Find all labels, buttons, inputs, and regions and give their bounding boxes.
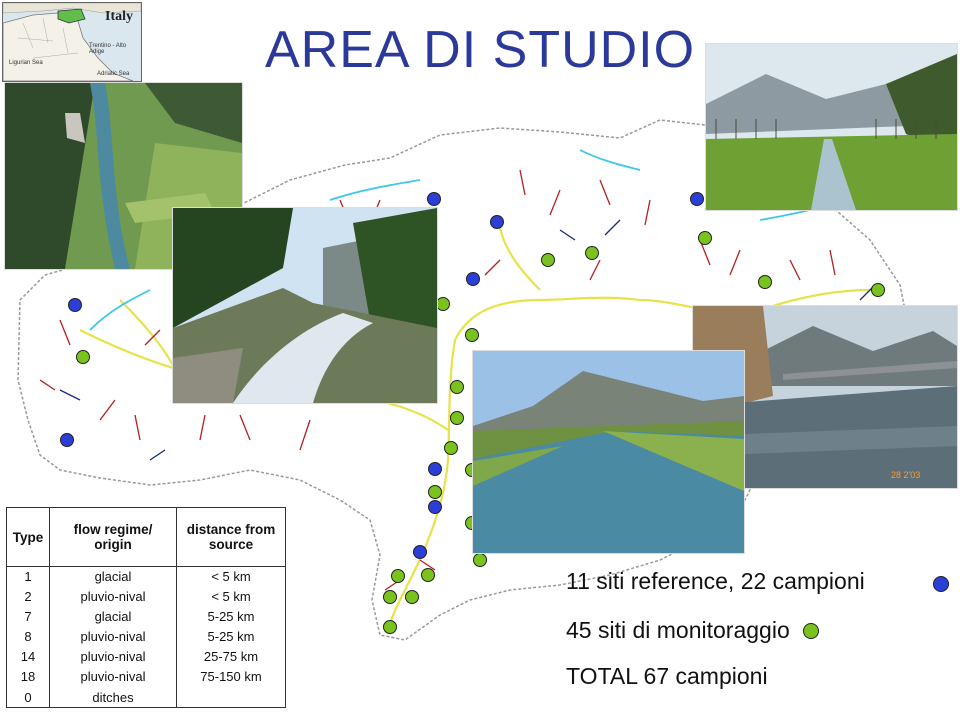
monitoring-site-marker xyxy=(450,411,464,425)
table-cell-flow: pluvio-nival xyxy=(49,667,177,687)
table-cell-distance: < 5 km xyxy=(176,566,286,587)
monitoring-site-marker xyxy=(421,568,435,582)
reference-site-marker xyxy=(490,215,504,229)
monitoring-site-marker xyxy=(698,231,712,245)
monitoring-site-marker xyxy=(383,590,397,604)
monitoring-site-marker xyxy=(871,283,885,297)
table-cell-distance: < 5 km xyxy=(176,587,286,607)
reference-site-marker xyxy=(466,272,480,286)
table-row: 14 pluvio-nival 25-75 km xyxy=(6,647,286,667)
table-cell-type: 1 xyxy=(6,566,50,587)
table-cell-distance: 25-75 km xyxy=(176,647,286,667)
table-cell-distance: 75-150 km xyxy=(176,667,286,687)
table-cell-flow: pluvio-nival xyxy=(49,587,177,607)
table-header-flow-regime: flow regime/ origin xyxy=(49,507,177,567)
monitoring-site-marker xyxy=(758,275,772,289)
monitoring-site-marker xyxy=(436,297,450,311)
reference-legend-icon xyxy=(933,576,949,592)
monitoring-site-marker xyxy=(383,620,397,634)
monitoring-legend-icon xyxy=(803,623,819,639)
inset-title: Italy xyxy=(105,9,133,24)
monitoring-site-marker xyxy=(444,441,458,455)
table-cell-distance: 5-25 km xyxy=(176,627,286,647)
photo-large-river xyxy=(472,350,745,554)
table-header-row: Type flow regime/ origin distance from s… xyxy=(6,507,286,567)
reference-site-marker xyxy=(428,462,442,476)
table-cell-distance xyxy=(176,687,286,708)
photo-ditch xyxy=(705,43,958,211)
table-row: 8 pluvio-nival 5-25 km xyxy=(6,627,286,647)
table-row: 1 glacial < 5 km xyxy=(6,566,286,587)
monitoring-site-marker xyxy=(391,569,405,583)
monitoring-site-marker xyxy=(465,328,479,342)
monitoring-site-marker xyxy=(405,590,419,604)
table-cell-type: 0 xyxy=(6,687,50,708)
monitoring-site-marker xyxy=(428,485,442,499)
table-cell-type: 2 xyxy=(6,587,50,607)
photo-mountain-torrent xyxy=(172,207,438,404)
reference-site-marker xyxy=(427,192,441,206)
monitoring-site-marker xyxy=(450,380,464,394)
table-cell-type: 7 xyxy=(6,607,50,627)
reference-site-marker xyxy=(60,433,74,447)
table-cell-flow: glacial xyxy=(49,607,177,627)
inset-label-sea: Adriatic Sea xyxy=(97,71,130,77)
table-cell-type: 14 xyxy=(6,647,50,667)
summary-monitoring: 45 siti di monitoraggio xyxy=(566,617,790,643)
monitoring-site-marker xyxy=(541,253,555,267)
monitoring-site-marker xyxy=(473,553,487,567)
monitoring-site-marker xyxy=(585,246,599,260)
reference-site-marker xyxy=(68,298,82,312)
inset-label-sea: Ligurian Sea xyxy=(9,60,43,66)
italy-inset-map: Italy Trentino - Alto Adige Ligurian Sea… xyxy=(2,2,142,82)
table-cell-flow: ditches xyxy=(49,687,177,708)
svg-text:28 2'03: 28 2'03 xyxy=(891,470,920,480)
reference-site-marker xyxy=(428,500,442,514)
monitoring-site-marker xyxy=(76,350,90,364)
table-row: 18 pluvio-nival 75-150 km xyxy=(6,667,286,687)
summary-total: TOTAL 67 campioni xyxy=(566,663,768,689)
table-row: 2 pluvio-nival < 5 km xyxy=(6,587,286,607)
reference-site-marker xyxy=(413,545,427,559)
table-row: 7 glacial 5-25 km xyxy=(6,607,286,627)
summary-reference: 11 siti reference, 22 campioni xyxy=(566,568,865,594)
table-cell-flow: pluvio-nival xyxy=(49,647,177,667)
stream-type-table: Type flow regime/ origin distance from s… xyxy=(6,507,286,708)
table-cell-type: 18 xyxy=(6,667,50,687)
table-cell-type: 8 xyxy=(6,627,50,647)
table-header-type: Type xyxy=(6,507,50,567)
table-header-distance: distance from source xyxy=(176,507,286,567)
table-cell-flow: pluvio-nival xyxy=(49,627,177,647)
reference-site-marker xyxy=(690,192,704,206)
inset-label-region: Trentino - Alto Adige xyxy=(89,43,127,55)
table-cell-flow: glacial xyxy=(49,566,177,587)
table-row: 0 ditches xyxy=(6,687,286,708)
table-cell-distance: 5-25 km xyxy=(176,607,286,627)
